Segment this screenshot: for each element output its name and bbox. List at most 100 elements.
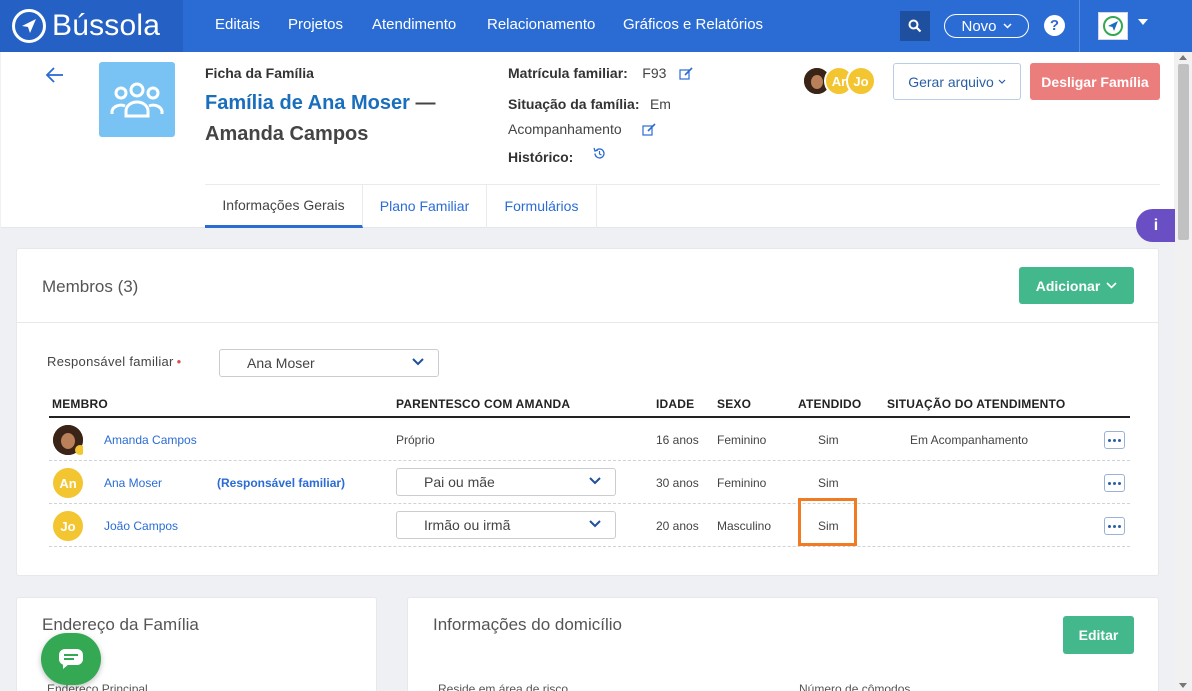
members-divider xyxy=(17,322,1158,323)
search-button[interactable] xyxy=(900,11,930,41)
matricula-value: F93 xyxy=(642,65,667,81)
row-more-button[interactable] xyxy=(1104,431,1125,449)
info-button[interactable]: i xyxy=(1136,209,1176,242)
col-idade: IDADE xyxy=(656,397,695,411)
sexo-cell: Feminino xyxy=(717,476,767,490)
member-name-joao[interactable]: João Campos xyxy=(104,519,178,533)
history-icon[interactable] xyxy=(592,146,607,161)
members-card: Membros (3) Adicionar Responsável famili… xyxy=(16,248,1159,576)
user-menu-caret-icon[interactable] xyxy=(1137,18,1149,26)
family-icon xyxy=(99,62,175,137)
search-icon xyxy=(908,19,922,33)
help-icon[interactable]: ? xyxy=(1044,15,1065,36)
family-title: Família de Ana Moser — Amanda Campos xyxy=(205,88,485,150)
scrollbar[interactable] xyxy=(1175,52,1192,691)
responsavel-label-text: Responsável familiar xyxy=(47,354,174,369)
idade-cell: 16 anos xyxy=(656,433,699,447)
title-dash: — xyxy=(415,92,436,114)
editar-button[interactable]: Editar xyxy=(1063,616,1134,654)
scroll-down-icon[interactable] xyxy=(1179,683,1187,688)
responsavel-select-value: Ana Moser xyxy=(247,355,315,371)
member-avatars: Ar Jo xyxy=(802,65,882,97)
member-avatar-jo: Jo xyxy=(53,511,83,541)
matricula-label: Matrícula familiar: xyxy=(508,65,628,81)
chat-button[interactable] xyxy=(41,633,101,685)
required-marker: • xyxy=(176,354,182,369)
row-divider xyxy=(49,503,1130,504)
family-name-link[interactable]: Família de Ana Moser xyxy=(205,92,410,114)
table-header-line xyxy=(49,416,1130,418)
edit-situacao-icon[interactable] xyxy=(642,123,656,137)
address-title: Endereço da Família xyxy=(42,615,199,634)
gerar-arquivo-button[interactable]: Gerar arquivo xyxy=(893,63,1021,100)
adicionar-label: Adicionar xyxy=(1035,277,1101,294)
nav-item-projetos[interactable]: Projetos xyxy=(288,16,343,33)
atendido-cell: Sim xyxy=(818,476,839,490)
compass-avatar-icon xyxy=(1103,16,1123,36)
tab-informacoes-gerais[interactable]: Informações Gerais xyxy=(205,184,363,228)
idade-cell: 20 anos xyxy=(656,519,699,533)
historico-label: Histórico: xyxy=(508,149,574,165)
member-name-amanda[interactable]: Amanda Campos xyxy=(104,433,197,447)
col-parentesco: PARENTESCO COM AMANDA xyxy=(396,397,571,411)
ficha-label: Ficha da Família xyxy=(205,65,314,81)
situacao-cell: Em Acompanhamento xyxy=(910,433,1029,447)
chevron-down-icon xyxy=(1002,23,1012,29)
situacao-value-2: Acompanhamento xyxy=(508,121,622,137)
nav-item-relacionamento[interactable]: Relacionamento xyxy=(487,16,595,33)
user-avatar[interactable] xyxy=(1098,12,1128,40)
chevron-down-icon xyxy=(1106,282,1117,289)
row-more-button[interactable] xyxy=(1104,517,1125,535)
member-name: Amanda Campos xyxy=(205,123,369,145)
chat-icon xyxy=(59,649,83,669)
novo-dropdown[interactable]: Novo xyxy=(944,14,1029,38)
idade-cell: 30 anos xyxy=(656,476,699,490)
parentesco-text: Próprio xyxy=(396,433,435,447)
avatar-jo: Jo xyxy=(846,66,876,96)
rooms-label: Número de cômodos xyxy=(799,682,911,691)
brand-name: Bússola xyxy=(52,9,161,42)
historico-row: Histórico: xyxy=(508,146,607,167)
risk-area-label: Reside em área de risco xyxy=(438,682,569,691)
nav-item-graficos[interactable]: Gráficos e Relatórios xyxy=(623,16,763,33)
atendido-cell: Sim xyxy=(818,433,839,447)
parentesco-select-joao[interactable]: Irmão ou irmã xyxy=(396,511,616,539)
situacao-value-1: Em xyxy=(649,96,671,112)
chevron-down-icon xyxy=(589,520,601,528)
col-membro: MEMBRO xyxy=(52,397,108,411)
member-photo-avatar xyxy=(53,425,83,455)
edit-matricula-icon[interactable] xyxy=(679,67,693,81)
row-more-button[interactable] xyxy=(1104,474,1125,492)
back-arrow-icon[interactable] xyxy=(45,65,65,85)
tab-plano-familiar[interactable]: Plano Familiar xyxy=(363,184,487,228)
desligar-familia-button[interactable]: Desligar Família xyxy=(1030,63,1160,100)
nav-item-atendimento[interactable]: Atendimento xyxy=(372,16,456,33)
row-divider xyxy=(49,460,1130,461)
matricula-row: Matrícula familiar: F93 xyxy=(508,65,693,83)
highlight-box xyxy=(798,498,857,546)
parentesco-select-ana[interactable]: Pai ou mãe xyxy=(396,468,616,496)
nav-item-editais[interactable]: Editais xyxy=(215,16,260,33)
situacao-row-2: Acompanhamento xyxy=(508,121,656,139)
brand[interactable]: Bússola xyxy=(0,0,183,52)
scroll-up-icon[interactable] xyxy=(1179,55,1187,60)
adicionar-button[interactable]: Adicionar xyxy=(1019,267,1134,304)
col-atendido: ATENDIDO xyxy=(798,397,862,411)
col-situacao: SITUAÇÃO DO ATENDIMENTO xyxy=(887,397,1066,411)
col-sexo: SEXO xyxy=(717,397,752,411)
member-avatar-an: An xyxy=(53,468,83,498)
parentesco-select-value: Irmão ou irmã xyxy=(424,517,511,533)
member-name-ana[interactable]: Ana Moser xyxy=(104,476,162,490)
scroll-thumb[interactable] xyxy=(1178,64,1189,240)
nav-divider xyxy=(1079,0,1080,52)
row-divider xyxy=(49,546,1130,547)
home-title: Informações do domicílio xyxy=(433,615,622,634)
sexo-cell: Masculino xyxy=(717,519,772,533)
responsavel-select[interactable]: Ana Moser xyxy=(219,349,439,377)
top-navbar: Bússola Editais Projetos Atendimento Rel… xyxy=(0,0,1192,52)
tab-formularios[interactable]: Formulários xyxy=(487,184,597,228)
parentesco-select-value: Pai ou mãe xyxy=(424,474,495,490)
responsavel-tag: (Responsável familiar) xyxy=(217,476,346,490)
chevron-down-icon xyxy=(412,358,424,366)
novo-label: Novo xyxy=(961,17,997,35)
